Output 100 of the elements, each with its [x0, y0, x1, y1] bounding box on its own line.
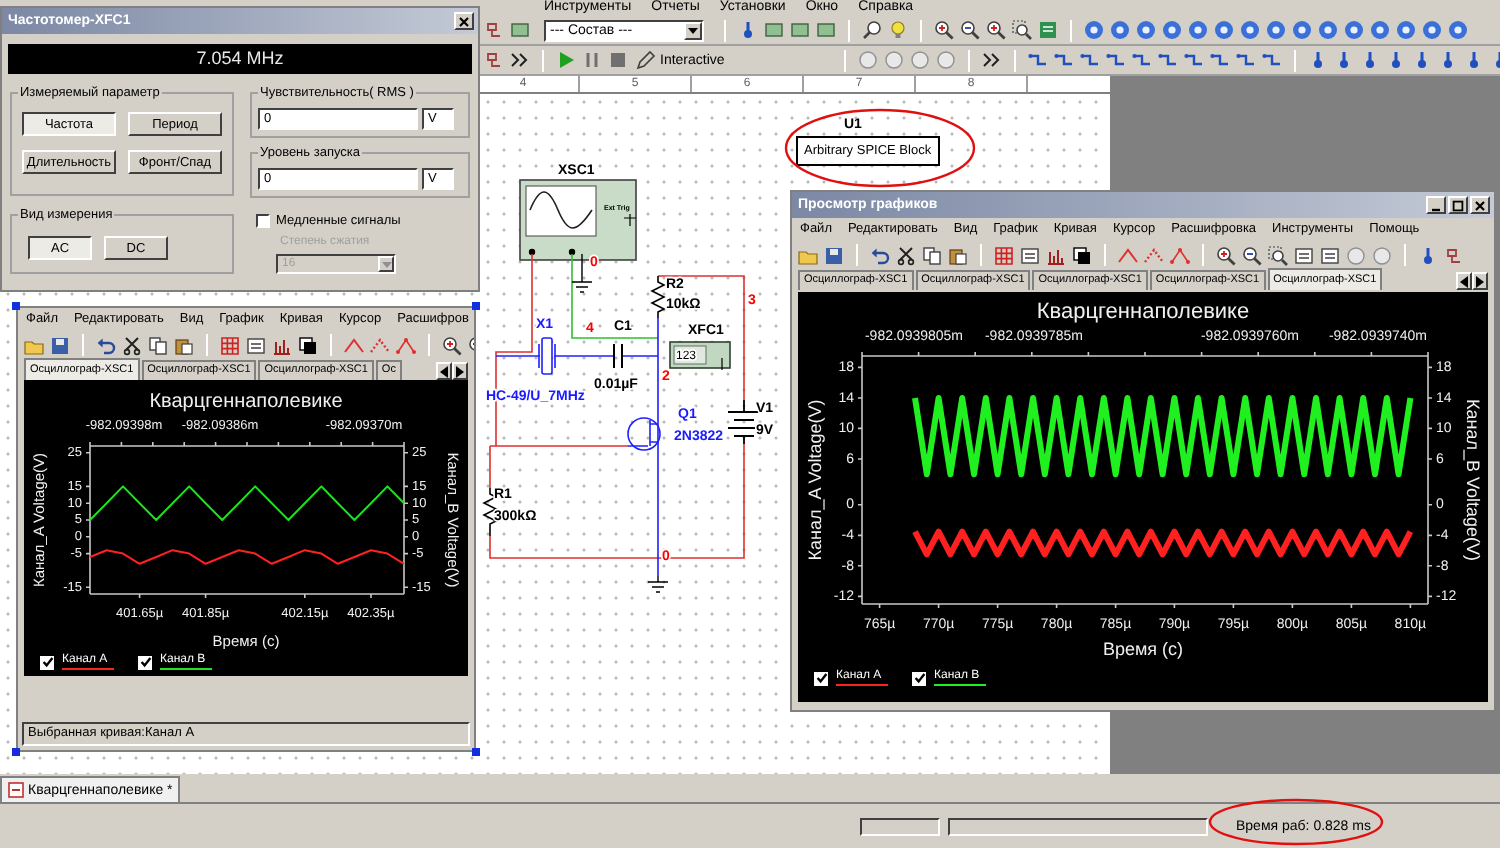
close-button[interactable] — [454, 12, 474, 30]
legend-checkbox[interactable] — [138, 655, 152, 669]
marker-trace-icon[interactable] — [396, 335, 416, 355]
pause-icon[interactable] — [582, 50, 602, 70]
circle-icon[interactable] — [1266, 20, 1286, 40]
close-icon — [458, 15, 470, 27]
wire-tool-icon[interactable] — [1262, 50, 1283, 70]
scroll-button[interactable] — [1456, 272, 1472, 290]
invert-colors-icon[interactable] — [298, 335, 318, 355]
circle-icon[interactable] — [1110, 20, 1130, 40]
undo-icon[interactable] — [870, 245, 890, 265]
circle-icon[interactable] — [1084, 20, 1104, 40]
hierarchy-icon[interactable] — [1444, 245, 1464, 265]
legend-checkbox[interactable] — [814, 671, 828, 685]
wire-tool-icon[interactable] — [1210, 50, 1231, 70]
wire-tool-icon[interactable] — [1054, 50, 1075, 70]
wire-tool-icon[interactable] — [1158, 50, 1179, 70]
circle-icon[interactable] — [1214, 20, 1234, 40]
dotted-trace-icon[interactable] — [1144, 245, 1164, 265]
more-icon[interactable] — [510, 50, 530, 70]
save-icon[interactable] — [50, 335, 70, 355]
cut-icon[interactable] — [896, 245, 916, 265]
circle-icon[interactable] — [936, 50, 957, 70]
legend-icon[interactable] — [1294, 245, 1314, 265]
resistor-drawing — [482, 487, 498, 537]
check-icon — [913, 672, 925, 684]
line-trace-icon[interactable] — [344, 335, 364, 355]
legend-icon[interactable] — [1020, 245, 1040, 265]
circle-icon[interactable] — [1346, 245, 1366, 265]
hierarchy-icon[interactable] — [484, 50, 504, 70]
check-icon — [41, 656, 53, 668]
paste-icon[interactable] — [174, 335, 194, 355]
close-icon — [1474, 199, 1486, 211]
ground-symbol — [571, 253, 593, 293]
circle-icon[interactable] — [858, 50, 879, 70]
hierarchy-icon[interactable] — [484, 20, 504, 40]
pen-icon[interactable] — [636, 50, 656, 70]
legend-checkbox[interactable] — [912, 671, 926, 685]
zoom-in-icon[interactable] — [1216, 245, 1236, 265]
grid-icon[interactable] — [220, 335, 240, 355]
selection-handle[interactable] — [12, 748, 20, 756]
circle-icon[interactable] — [1372, 245, 1392, 265]
checkbox[interactable] — [256, 214, 270, 228]
circle-icon[interactable] — [1292, 20, 1312, 40]
copy-icon[interactable] — [148, 335, 168, 355]
dotted-trace-icon[interactable] — [370, 335, 390, 355]
circle-icon[interactable] — [1396, 20, 1416, 40]
wire-tool-icon[interactable] — [1236, 50, 1257, 70]
maximize-button[interactable] — [1448, 196, 1468, 214]
axis-title: Время (c) — [1102, 638, 1184, 659]
selection-handle[interactable] — [472, 748, 480, 756]
dropdown-button[interactable] — [684, 21, 702, 39]
scroll-button[interactable] — [452, 362, 468, 380]
circle-icon[interactable] — [1344, 20, 1364, 40]
save-icon[interactable] — [824, 245, 844, 265]
bar-chart-icon[interactable] — [1046, 245, 1066, 265]
selection-handle[interactable] — [472, 302, 480, 310]
legend-checkbox[interactable] — [40, 655, 54, 669]
invert-colors-icon[interactable] — [1072, 245, 1092, 265]
circle-icon[interactable] — [1188, 20, 1208, 40]
marker-trace-icon[interactable] — [1170, 245, 1190, 265]
paste-icon[interactable] — [948, 245, 968, 265]
stop-icon[interactable] — [608, 50, 628, 70]
circle-icon[interactable] — [1370, 20, 1390, 40]
legend-icon[interactable] — [246, 335, 266, 355]
maximize-icon — [1452, 199, 1464, 211]
bar-chart-icon[interactable] — [272, 335, 292, 355]
zoom-area-icon[interactable] — [1268, 245, 1288, 265]
zoom-in-icon[interactable] — [934, 20, 954, 40]
grid-icon[interactable] — [994, 245, 1014, 265]
search-icon[interactable] — [862, 20, 882, 40]
wire-tool-icon[interactable] — [1132, 50, 1153, 70]
line-trace-icon[interactable] — [1118, 245, 1138, 265]
circle-icon[interactable] — [1240, 20, 1260, 40]
scroll-button[interactable] — [1472, 272, 1488, 290]
component-icon[interactable] — [510, 20, 530, 40]
undo-icon[interactable] — [96, 335, 116, 355]
zoom-in-icon[interactable] — [442, 335, 462, 355]
circle-icon[interactable] — [884, 50, 905, 70]
circle-icon[interactable] — [1162, 20, 1182, 40]
close-button[interactable] — [1470, 196, 1490, 214]
minimize-button[interactable] — [1426, 196, 1446, 214]
circle-icon[interactable] — [1136, 20, 1156, 40]
zoom-in-icon[interactable] — [986, 20, 1006, 40]
wire-tool-icon[interactable] — [1080, 50, 1101, 70]
wire-tool-icon[interactable] — [1028, 50, 1049, 70]
more-icon[interactable] — [982, 50, 1003, 70]
zoom-area-icon[interactable] — [1012, 20, 1032, 40]
chart-title: Кварцгеннаполевике — [149, 391, 343, 414]
scroll-button[interactable] — [436, 362, 452, 380]
wire-tool-icon[interactable] — [1106, 50, 1127, 70]
copy-icon[interactable] — [922, 245, 942, 265]
circle-icon[interactable] — [1448, 20, 1468, 40]
legend-icon[interactable] — [1320, 245, 1340, 265]
selection-handle[interactable] — [12, 302, 20, 310]
cut-icon[interactable] — [122, 335, 142, 355]
wire-tool-icon[interactable] — [1184, 50, 1205, 70]
circle-icon[interactable] — [910, 50, 931, 70]
circle-icon[interactable] — [1318, 20, 1338, 40]
circle-icon[interactable] — [1422, 20, 1442, 40]
